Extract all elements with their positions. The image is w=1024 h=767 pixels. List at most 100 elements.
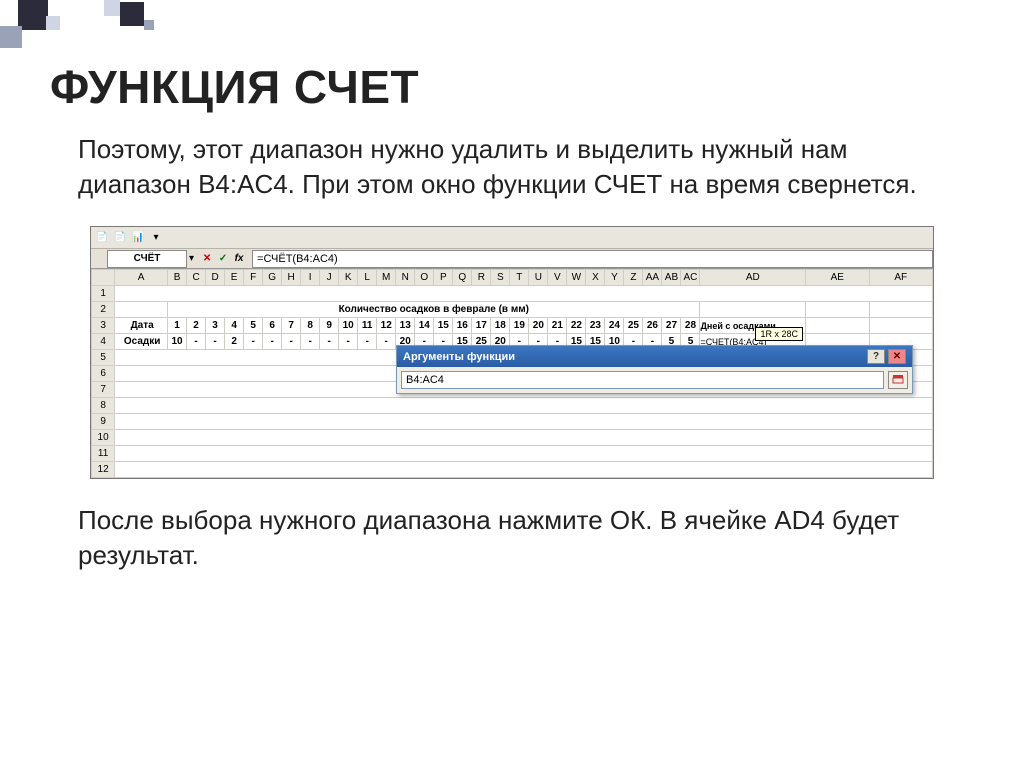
accept-formula-icon[interactable]: ✓ (216, 252, 230, 266)
cell[interactable]: 9 (320, 318, 339, 334)
col-header[interactable]: K (339, 270, 358, 286)
cell[interactable]: 24 (605, 318, 624, 334)
cell[interactable]: - (320, 334, 339, 350)
cell[interactable]: 4 (225, 318, 244, 334)
col-header[interactable]: I (301, 270, 320, 286)
col-header[interactable]: J (320, 270, 339, 286)
cell-label[interactable]: Осадки (115, 334, 168, 350)
col-header[interactable]: T (510, 270, 529, 286)
cell[interactable]: 10 (339, 318, 358, 334)
col-header[interactable]: D (206, 270, 225, 286)
col-header[interactable]: AB (662, 270, 681, 286)
row-header[interactable]: 1 (92, 286, 115, 302)
cell[interactable]: 22 (567, 318, 586, 334)
row-header[interactable]: 6 (92, 366, 115, 382)
cell[interactable] (115, 398, 933, 414)
cell[interactable]: 3 (206, 318, 225, 334)
cell[interactable] (115, 446, 933, 462)
col-header[interactable]: R (472, 270, 491, 286)
col-header[interactable]: O (415, 270, 434, 286)
row-header[interactable]: 10 (92, 430, 115, 446)
cell[interactable] (806, 318, 869, 334)
cell[interactable]: 26 (643, 318, 662, 334)
cell[interactable]: - (301, 334, 320, 350)
cell[interactable] (115, 430, 933, 446)
col-header[interactable]: M (377, 270, 396, 286)
fx-icon[interactable]: fx (232, 252, 246, 266)
col-header[interactable]: AA (643, 270, 662, 286)
row-header[interactable]: 11 (92, 446, 115, 462)
row-header[interactable]: 4 (92, 334, 115, 350)
cell[interactable]: 13 (396, 318, 415, 334)
dialog-range-input[interactable]: B4:AC4 (401, 371, 884, 389)
cell[interactable]: - (377, 334, 396, 350)
row-header[interactable]: 2 (92, 302, 115, 318)
cell[interactable]: 2 (225, 334, 244, 350)
select-all-corner[interactable] (92, 270, 115, 286)
col-header[interactable]: G (263, 270, 282, 286)
col-header[interactable]: B (168, 270, 187, 286)
function-arguments-dialog[interactable]: Аргументы функции ? ✕ B4:AC4 (396, 345, 913, 394)
name-box[interactable]: СЧЁТ (107, 250, 187, 268)
cell[interactable]: 6 (263, 318, 282, 334)
col-header[interactable]: F (244, 270, 263, 286)
row-header[interactable]: 3 (92, 318, 115, 334)
row-header[interactable]: 12 (92, 462, 115, 478)
formula-bar[interactable]: =СЧЁТ(B4:AC4) (252, 250, 933, 268)
cell[interactable]: 17 (472, 318, 491, 334)
row-header[interactable]: 5 (92, 350, 115, 366)
cell[interactable]: - (263, 334, 282, 350)
dialog-close-button[interactable]: ✕ (888, 349, 906, 364)
cell[interactable] (115, 286, 933, 302)
cell[interactable] (115, 302, 168, 318)
col-header[interactable]: L (358, 270, 377, 286)
col-header[interactable]: A (115, 270, 168, 286)
cell[interactable]: - (206, 334, 225, 350)
cell[interactable]: 14 (415, 318, 434, 334)
cell[interactable] (115, 462, 933, 478)
table-title-cell[interactable]: Количество осадков в феврале (в мм) (168, 302, 700, 318)
col-header[interactable]: E (225, 270, 244, 286)
cell[interactable]: 15 (434, 318, 453, 334)
col-header[interactable]: H (282, 270, 301, 286)
dialog-expand-button[interactable] (888, 371, 908, 389)
col-header[interactable]: P (434, 270, 453, 286)
cell[interactable]: 19 (510, 318, 529, 334)
cell[interactable]: 10 (168, 334, 187, 350)
cell[interactable]: 12 (377, 318, 396, 334)
cell[interactable]: 21 (548, 318, 567, 334)
cell[interactable] (869, 318, 932, 334)
cell[interactable]: 18 (491, 318, 510, 334)
cell[interactable]: 7 (282, 318, 301, 334)
col-header[interactable]: S (491, 270, 510, 286)
cell[interactable] (806, 302, 869, 318)
col-header[interactable]: X (586, 270, 605, 286)
cell[interactable]: 25 (624, 318, 643, 334)
col-header[interactable]: C (187, 270, 206, 286)
cell[interactable]: - (244, 334, 263, 350)
col-header[interactable]: AD (700, 270, 806, 286)
cell[interactable]: 5 (244, 318, 263, 334)
row-header[interactable]: 9 (92, 414, 115, 430)
cell-label[interactable]: Дата (115, 318, 168, 334)
cell[interactable]: 16 (453, 318, 472, 334)
cell[interactable]: - (282, 334, 301, 350)
cancel-formula-icon[interactable]: ✕ (200, 252, 214, 266)
col-header[interactable]: Y (605, 270, 624, 286)
col-header[interactable]: AC (681, 270, 700, 286)
cell[interactable]: - (358, 334, 377, 350)
cell[interactable] (700, 302, 806, 318)
cell[interactable]: 27 (662, 318, 681, 334)
cell[interactable]: 20 (529, 318, 548, 334)
cell[interactable]: 2 (187, 318, 206, 334)
dialog-help-button[interactable]: ? (867, 349, 885, 364)
dialog-titlebar[interactable]: Аргументы функции ? ✕ (397, 346, 912, 367)
col-header[interactable]: Z (624, 270, 643, 286)
cell[interactable]: 28 (681, 318, 700, 334)
col-header[interactable]: N (396, 270, 415, 286)
col-header[interactable]: Q (453, 270, 472, 286)
col-header[interactable]: U (529, 270, 548, 286)
cell[interactable]: 1 (168, 318, 187, 334)
cell[interactable]: - (339, 334, 358, 350)
cell[interactable]: 8 (301, 318, 320, 334)
